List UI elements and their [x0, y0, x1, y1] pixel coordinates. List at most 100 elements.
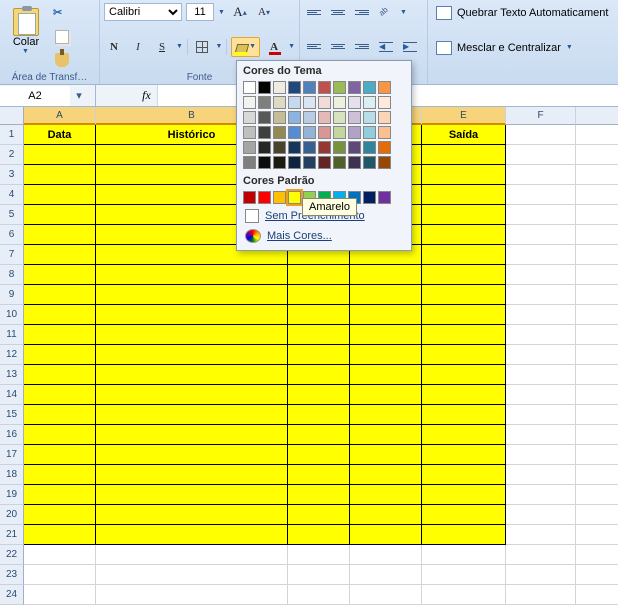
row-header-20[interactable]: 20: [0, 505, 24, 525]
cell-A23[interactable]: [24, 565, 96, 585]
color-swatch[interactable]: [243, 81, 256, 94]
cell-B15[interactable]: [96, 405, 288, 425]
cell-E11[interactable]: [422, 325, 506, 345]
color-swatch[interactable]: [273, 141, 286, 154]
cell-C9[interactable]: [288, 285, 350, 305]
color-swatch[interactable]: [348, 111, 361, 124]
cell[interactable]: [576, 125, 618, 145]
color-swatch[interactable]: [333, 111, 346, 124]
chevron-down-icon[interactable]: ▼: [400, 9, 408, 16]
row-header-5[interactable]: 5: [0, 205, 24, 225]
merge-center-button[interactable]: Mesclar e Centralizar ▼: [432, 37, 614, 59]
cell[interactable]: [576, 325, 618, 345]
name-box-input[interactable]: [0, 86, 70, 106]
align-middle-button[interactable]: [328, 2, 348, 22]
align-center-button[interactable]: [328, 37, 348, 57]
color-swatch[interactable]: [288, 141, 301, 154]
color-swatch[interactable]: [288, 81, 301, 94]
cell-E16[interactable]: [422, 425, 506, 445]
color-swatch[interactable]: [273, 126, 286, 139]
color-swatch[interactable]: [288, 111, 301, 124]
color-swatch[interactable]: [288, 126, 301, 139]
color-swatch[interactable]: [378, 156, 391, 169]
row-header-8[interactable]: 8: [0, 265, 24, 285]
align-right-button[interactable]: [352, 37, 372, 57]
cell-B9[interactable]: [96, 285, 288, 305]
color-swatch[interactable]: [243, 141, 256, 154]
cell-A14[interactable]: [24, 385, 96, 405]
cell-E1[interactable]: Saída: [422, 125, 506, 145]
cell-A24[interactable]: [24, 585, 96, 605]
cell-A17[interactable]: [24, 445, 96, 465]
cell-A22[interactable]: [24, 545, 96, 565]
color-swatch[interactable]: [273, 191, 286, 204]
row-header-7[interactable]: 7: [0, 245, 24, 265]
color-swatch[interactable]: [378, 111, 391, 124]
row-header-6[interactable]: 6: [0, 225, 24, 245]
cell-B10[interactable]: [96, 305, 288, 325]
color-swatch[interactable]: [363, 111, 376, 124]
cell[interactable]: [576, 285, 618, 305]
cell-F8[interactable]: [506, 265, 576, 285]
cell-D12[interactable]: [350, 345, 422, 365]
cell[interactable]: [576, 585, 618, 605]
cell-C22[interactable]: [288, 545, 350, 565]
chevron-down-icon[interactable]: ▼: [218, 9, 226, 16]
cell-E15[interactable]: [422, 405, 506, 425]
cell-A7[interactable]: [24, 245, 96, 265]
cell-A9[interactable]: [24, 285, 96, 305]
color-swatch[interactable]: [333, 96, 346, 109]
font-name-select[interactable]: Calibri: [104, 3, 182, 21]
color-swatch[interactable]: [378, 126, 391, 139]
cell-C20[interactable]: [288, 505, 350, 525]
cell-C11[interactable]: [288, 325, 350, 345]
cell-F1[interactable]: [506, 125, 576, 145]
color-swatch[interactable]: [363, 191, 376, 204]
cell-F19[interactable]: [506, 485, 576, 505]
row-header-23[interactable]: 23: [0, 565, 24, 585]
cell[interactable]: [576, 365, 618, 385]
row-header-24[interactable]: 24: [0, 585, 24, 605]
row-header-4[interactable]: 4: [0, 185, 24, 205]
color-swatch[interactable]: [303, 141, 316, 154]
color-swatch[interactable]: [243, 156, 256, 169]
cell-C18[interactable]: [288, 465, 350, 485]
cell-E14[interactable]: [422, 385, 506, 405]
cell-D21[interactable]: [350, 525, 422, 545]
color-swatch[interactable]: [243, 191, 256, 204]
cell-C10[interactable]: [288, 305, 350, 325]
cell-A18[interactable]: [24, 465, 96, 485]
cell-A11[interactable]: [24, 325, 96, 345]
cell-E22[interactable]: [422, 545, 506, 565]
cell[interactable]: [576, 185, 618, 205]
cell-D14[interactable]: [350, 385, 422, 405]
color-swatch[interactable]: [363, 126, 376, 139]
cell-B16[interactable]: [96, 425, 288, 445]
row-header-2[interactable]: 2: [0, 145, 24, 165]
cell-F18[interactable]: [506, 465, 576, 485]
fx-button[interactable]: fx: [136, 85, 158, 106]
cell-D15[interactable]: [350, 405, 422, 425]
cell-F15[interactable]: [506, 405, 576, 425]
color-swatch[interactable]: [333, 141, 346, 154]
chevron-down-icon[interactable]: ▾: [70, 89, 88, 102]
row-header-19[interactable]: 19: [0, 485, 24, 505]
cell-E19[interactable]: [422, 485, 506, 505]
cell[interactable]: [576, 485, 618, 505]
name-box[interactable]: ▾: [0, 85, 96, 106]
underline-button[interactable]: S: [152, 37, 172, 57]
color-swatch[interactable]: [273, 81, 286, 94]
cell-E3[interactable]: [422, 165, 506, 185]
align-left-button[interactable]: [304, 37, 324, 57]
cell[interactable]: [576, 305, 618, 325]
fill-color-button[interactable]: ▼: [231, 37, 260, 57]
cell-B21[interactable]: [96, 525, 288, 545]
cell-A8[interactable]: [24, 265, 96, 285]
cell-D9[interactable]: [350, 285, 422, 305]
cell-E6[interactable]: [422, 225, 506, 245]
cell[interactable]: [576, 565, 618, 585]
cell[interactable]: [576, 165, 618, 185]
cell-F3[interactable]: [506, 165, 576, 185]
color-swatch[interactable]: [378, 81, 391, 94]
select-all-corner[interactable]: [0, 107, 24, 125]
